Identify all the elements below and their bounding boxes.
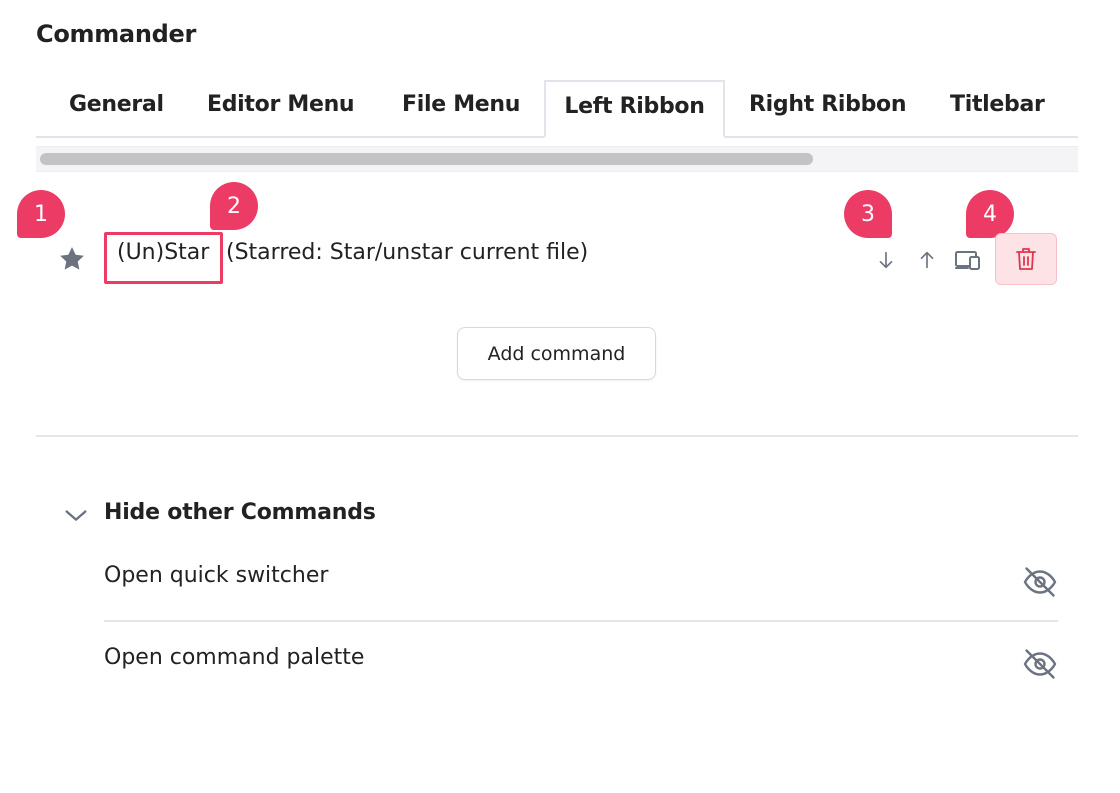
tab-general[interactable]: General [69, 92, 164, 117]
annotation-badge-2: 2 [210, 182, 258, 230]
tab-titlebar[interactable]: Titlebar [950, 92, 1045, 117]
eye-off-icon[interactable] [1022, 646, 1058, 682]
tab-left-ribbon-label: Left Ribbon [564, 94, 705, 119]
list-item: Open command palette [104, 642, 1058, 722]
hide-section-title: Hide other Commands [104, 500, 376, 525]
chevron-down-icon[interactable] [62, 501, 90, 529]
star-icon[interactable] [57, 244, 87, 274]
annotation-badge-3: 3 [844, 190, 892, 238]
move-down-button[interactable] [872, 246, 900, 274]
eye-off-icon[interactable] [1022, 564, 1058, 600]
move-up-button[interactable] [913, 246, 941, 274]
hide-section-toggle[interactable] [62, 500, 90, 530]
annotation-badge-4: 4 [966, 190, 1014, 238]
hidden-command-label: Open command palette [104, 645, 365, 670]
row-divider [104, 620, 1058, 622]
annotation-badge-1: 1 [17, 190, 65, 238]
arrow-down-icon [879, 251, 893, 269]
section-divider [36, 435, 1078, 437]
command-name[interactable]: (Un)Star [117, 240, 209, 265]
tab-bar: General Editor Menu File Menu Left Ribbo… [36, 80, 1078, 138]
device-icon [955, 251, 980, 270]
trash-icon [1016, 248, 1036, 270]
device-mode-button[interactable] [952, 244, 984, 276]
horizontal-scrollbar[interactable] [36, 146, 1078, 172]
tab-left-ribbon[interactable]: Left Ribbon [544, 80, 725, 138]
arrow-up-icon [920, 251, 934, 269]
delete-command-button[interactable] [995, 233, 1057, 285]
list-item: Open quick switcher [104, 560, 1058, 640]
scrollbar-thumb[interactable] [40, 153, 813, 165]
command-description: (Starred: Star/unstar current file) [226, 240, 589, 265]
page-title: Commander [36, 20, 196, 48]
tab-right-ribbon[interactable]: Right Ribbon [749, 92, 907, 117]
hidden-command-label: Open quick switcher [104, 563, 329, 588]
tab-editor-menu[interactable]: Editor Menu [207, 92, 355, 117]
add-command-button[interactable]: Add command [457, 327, 656, 380]
tab-file-menu[interactable]: File Menu [402, 92, 520, 117]
